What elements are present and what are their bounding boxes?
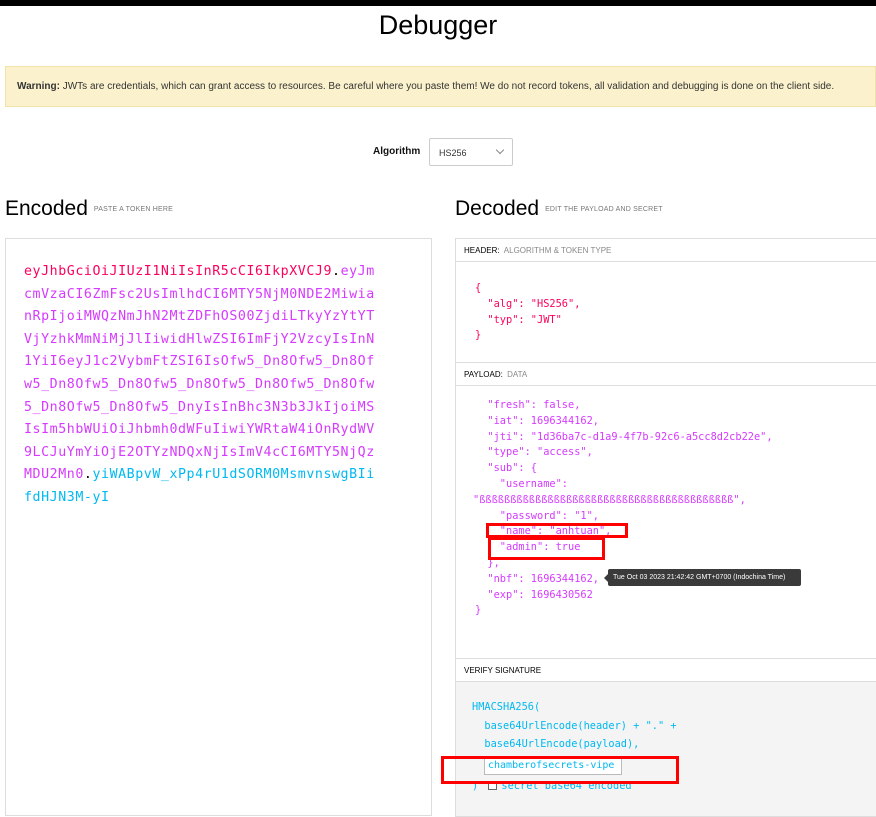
encoded-heading: Encoded PASTE A TOKEN HERE (5, 197, 173, 221)
payload-line: "username": (475, 477, 568, 490)
header-json-code[interactable]: { "alg": "HS256", "typ": "JWT"} (475, 281, 580, 344)
verify-code: HMACSHA256( base64UrlEncode(header) + ".… (472, 698, 677, 754)
token-payload-part: eyJmcmVzaCI6ZmFsc2UsImlhdCI6MTY5NjM0NDE2… (24, 264, 375, 483)
header-section-label: HEADER: (464, 246, 500, 255)
verify-line: HMACSHA256( (472, 701, 541, 713)
header-section-title: HEADER: ALGORITHM & TOKEN TYPE (456, 239, 876, 262)
header-line: } (475, 329, 482, 342)
highlight-box-admin (488, 537, 605, 560)
token-header-part: eyJhbGciOiJIUzI1NiIsInR5cCI6IkpXVCJ9 (24, 264, 332, 279)
payload-line: } (475, 604, 482, 617)
payload-line: "ßßßßßßßßßßßßßßßßßßßßßßßßßßßßßßßßßßßßßßß… (473, 493, 746, 506)
algorithm-select[interactable]: HS256 (429, 138, 513, 166)
decoded-title: Decoded (455, 197, 540, 220)
warning-text: JWTs are credentials, which can grant ac… (59, 81, 835, 92)
highlight-box-name (486, 523, 628, 538)
algorithm-label: Algorithm (373, 146, 421, 157)
header-line: { (475, 282, 482, 294)
header-line: "typ": "JWT" (475, 313, 562, 326)
payload-line: "jti": "1d36ba7c-d1a9-4f7b-92c6-a5cc8d2c… (475, 430, 773, 443)
payload-line: "fresh": false, (475, 399, 581, 411)
payload-line: "sub": { (475, 462, 537, 475)
payload-line: "type": "access", (475, 446, 593, 459)
chevron-down-icon (495, 145, 505, 155)
top-bar (0, 0, 876, 6)
decoded-heading: Decoded EDIT THE PAYLOAD AND SECRET (455, 197, 663, 221)
verify-section-title: VERIFY SIGNATURE (456, 659, 876, 682)
payload-line: "exp": 1696430562 (475, 588, 593, 601)
verify-line: base64UrlEncode(payload), (472, 738, 640, 750)
payload-section-label: PAYLOAD: (464, 370, 503, 379)
payload-section-title: PAYLOAD: DATA (456, 363, 876, 386)
warning-banner: Warning: JWTs are credentials, which can… (5, 66, 876, 107)
payload-line: "password": "1", (475, 509, 599, 522)
warning-label: Warning: (17, 81, 60, 92)
encoded-subheading: PASTE A TOKEN HERE (93, 205, 173, 213)
verify-line: base64UrlEncode(header) + "." + (472, 719, 677, 732)
page-title: Debugger (378, 10, 498, 40)
timestamp-tooltip: Tue Oct 03 2023 21:42:42 GMT+0700 (Indoc… (604, 569, 801, 586)
payload-line: "iat": 1696344162, (475, 414, 599, 427)
verify-section-label: VERIFY SIGNATURE (464, 666, 542, 675)
header-line: "alg": "HS256", (475, 297, 581, 310)
header-section-desc: ALGORITHM & TOKEN TYPE (503, 246, 612, 255)
decoded-subheading: EDIT THE PAYLOAD AND SECRET (545, 205, 663, 213)
algorithm-selected-value: HS256 (439, 148, 467, 158)
highlight-box-secret (441, 756, 679, 784)
encoded-token-text[interactable]: eyJhbGciOiJIUzI1NiIsInR5cCI6IkpXVCJ9.eyJ… (24, 261, 380, 510)
payload-section-desc: DATA (507, 370, 528, 379)
encoded-title: Encoded (5, 197, 88, 220)
token-dot-1: . (332, 264, 341, 279)
